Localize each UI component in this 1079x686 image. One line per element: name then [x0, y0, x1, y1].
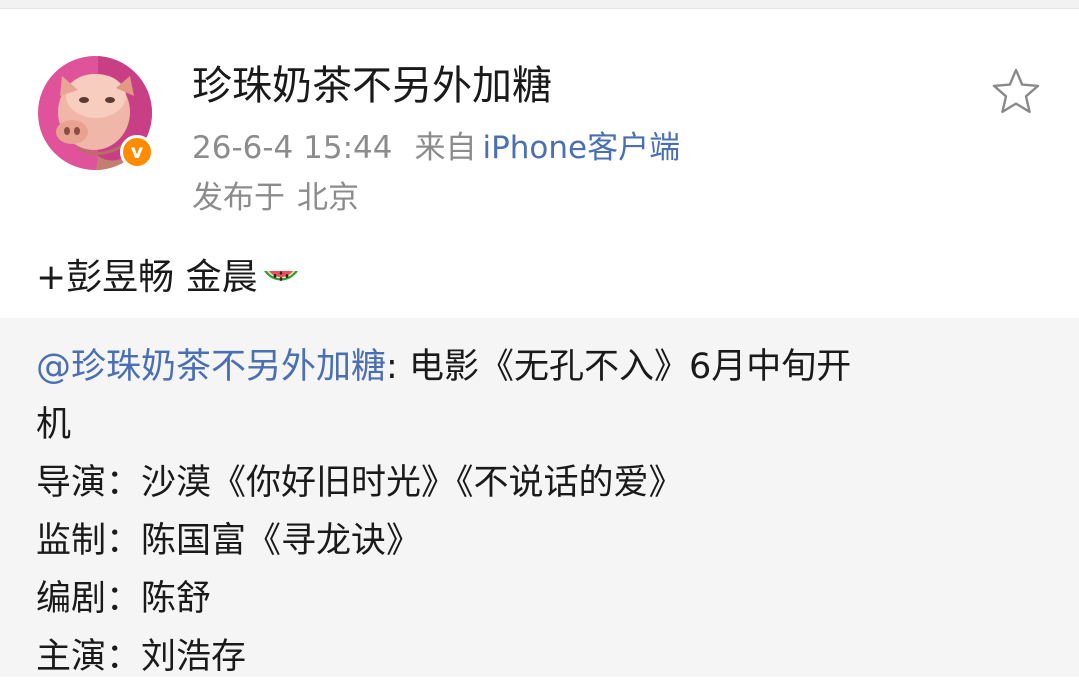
- watermelon-icon: [260, 257, 302, 299]
- source-from-label: 来自: [414, 130, 477, 166]
- post-timestamp: 26-6-4 15:44: [192, 130, 393, 166]
- username[interactable]: 珍珠奶茶不另外加糖: [192, 62, 552, 110]
- mention-link[interactable]: @珍珠奶茶不另外加糖: [36, 347, 386, 387]
- detail-row-starring: 主演：刘浩存: [36, 628, 1026, 686]
- detail-key: 编剧：: [36, 579, 142, 619]
- favorite-star-button[interactable]: [990, 66, 1042, 118]
- detail-value: 沙漠《你好旧时光》《不说话的爱》: [141, 463, 684, 503]
- source-client-link[interactable]: iPhone客户端: [482, 130, 680, 166]
- location-value: 北京: [297, 180, 359, 216]
- detail-row-writer: 编剧：陈舒: [36, 570, 1026, 628]
- location-label: 发布于: [192, 180, 285, 216]
- detail-value: 刘浩存: [141, 637, 247, 677]
- post-location: 发布于 北京: [192, 178, 359, 218]
- detail-row-director: 导演：沙漠《你好旧时光》《不说话的爱》: [36, 454, 1026, 512]
- top-divider: [0, 0, 1079, 9]
- detail-key: 监制：: [36, 521, 142, 561]
- post-meta: 26-6-4 15:44 来自 iPhone客户端: [192, 128, 680, 168]
- repost-headline-line: @珍珠奶茶不另外加糖: 电影《无孔不入》6月中旬开: [36, 338, 1026, 396]
- repost-headline-continuation: 机: [36, 405, 72, 445]
- repost-body: @珍珠奶茶不另外加糖: 电影《无孔不入》6月中旬开 机 导演：沙漠《你好旧时光》…: [36, 338, 1026, 686]
- star-icon: [992, 68, 1040, 113]
- detail-key: 主演：: [36, 637, 142, 677]
- repost-headline: 电影《无孔不入》6月中旬开: [408, 347, 852, 387]
- detail-value: 陈舒: [141, 579, 212, 619]
- mention-colon: :: [386, 347, 409, 387]
- detail-key: 导演：: [36, 463, 142, 503]
- post-content: +彭昱畅 金晨: [36, 254, 302, 302]
- post-text: +彭昱畅 金晨: [36, 257, 258, 298]
- detail-row-producer: 监制：陈国富《寻龙诀》: [36, 512, 1026, 570]
- detail-value: 陈国富《寻龙诀》: [141, 521, 422, 561]
- verified-badge-icon: v: [120, 135, 154, 169]
- repost-card[interactable]: @珍珠奶茶不另外加糖: 电影《无孔不入》6月中旬开 机 导演：沙漠《你好旧时光》…: [0, 318, 1079, 677]
